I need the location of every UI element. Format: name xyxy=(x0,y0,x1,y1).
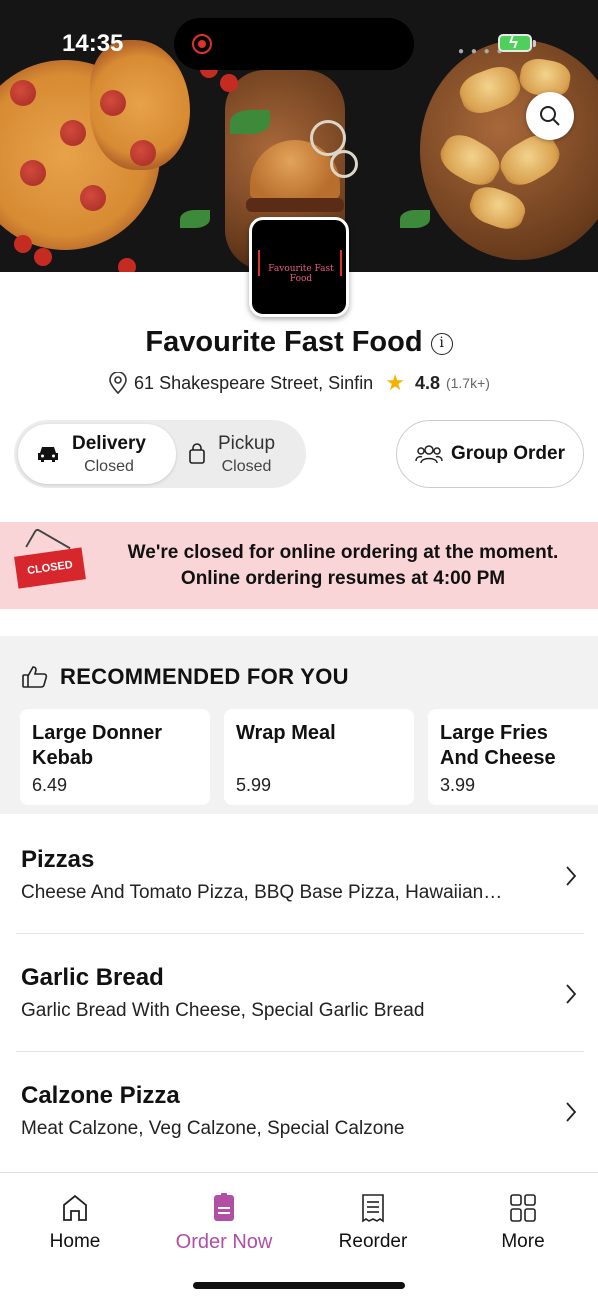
car-icon xyxy=(38,447,58,462)
nav-home-label: Home xyxy=(49,1231,101,1252)
closed-message-line1: We're closed for online ordering at the … xyxy=(127,542,559,563)
store-logo-text: Favourite Fast Food xyxy=(268,264,334,284)
chevron-right-icon xyxy=(566,1102,577,1122)
receipt-icon xyxy=(362,1194,384,1223)
recommended-item-price: 3.99 xyxy=(440,775,476,795)
status-time: 14:35 xyxy=(62,30,124,57)
nav-more[interactable]: More xyxy=(448,1193,598,1253)
nav-home[interactable]: Home xyxy=(0,1193,150,1253)
nav-order-now-label: Order Now xyxy=(175,1231,273,1253)
home-indicator xyxy=(193,1282,405,1289)
recommended-card[interactable]: Wrap Meal 5.99 xyxy=(224,709,414,805)
order-icon xyxy=(214,1193,234,1221)
shopping-bag-icon xyxy=(189,443,205,464)
info-icon[interactable]: i xyxy=(430,333,453,355)
search-button[interactable] xyxy=(526,92,574,140)
recording-indicator-icon xyxy=(192,34,212,54)
star-icon: ★ xyxy=(385,370,405,395)
category-items: Meat Calzone, Veg Calzone, Special Calzo… xyxy=(21,1118,405,1139)
recommended-header: RECOMMENDED FOR YOU xyxy=(22,664,349,690)
store-name-row: Favourite Fast Food i xyxy=(0,326,598,359)
chevron-right-icon xyxy=(566,984,577,1004)
bottom-navigation: Home Order Now Reorder More xyxy=(0,1172,598,1300)
recommended-section: RECOMMENDED FOR YOU Large Donner Kebab 6… xyxy=(0,636,598,814)
recommended-item-name: Large Donner Kebab xyxy=(32,722,163,769)
category-items: Garlic Bread With Cheese, Special Garlic… xyxy=(21,1000,425,1021)
recommended-item-name: Large Fries And Cheese xyxy=(440,722,556,769)
search-icon xyxy=(540,106,560,126)
category-row-calzone-pizza[interactable]: Calzone Pizza Meat Calzone, Veg Calzone,… xyxy=(16,1052,584,1170)
home-icon xyxy=(63,1194,87,1221)
recommended-item-name: Wrap Meal xyxy=(236,722,336,744)
pickup-status: Closed xyxy=(221,457,272,475)
battery-icon: ϟ xyxy=(498,33,536,52)
store-rating: 4.8 xyxy=(414,372,440,393)
delivery-label: Delivery xyxy=(72,432,146,454)
nav-reorder-label: Reorder xyxy=(338,1231,408,1252)
recommended-item-price: 5.99 xyxy=(236,775,272,795)
group-icon xyxy=(415,445,443,464)
recommended-item-price: 6.49 xyxy=(32,775,68,795)
grid-icon xyxy=(510,1194,536,1222)
closed-message-line2: Online ordering resumes at 4:00 PM xyxy=(180,568,506,589)
thumbs-up-icon xyxy=(22,666,48,688)
closed-message: We're closed for online ordering at the … xyxy=(110,540,576,592)
closed-notice-banner: CLOSED We're closed for online ordering … xyxy=(0,522,598,609)
pickup-option[interactable]: Pickup Closed xyxy=(186,424,302,484)
category-row-garlic-bread[interactable]: Garlic Bread Garlic Bread With Cheese, S… xyxy=(16,934,584,1052)
category-name: Garlic Bread xyxy=(21,964,164,991)
store-address-row: 61 Shakespeare Street, Sinfin ★ 4.8 (1.7… xyxy=(0,370,598,396)
group-order-button[interactable]: Group Order xyxy=(396,420,584,488)
location-pin-icon xyxy=(109,372,127,394)
fulfilment-mode-toggle: Delivery Closed Pickup Closed xyxy=(14,420,306,488)
store-address: 61 Shakespeare Street, Sinfin xyxy=(134,372,374,393)
nav-reorder[interactable]: Reorder xyxy=(298,1193,448,1253)
category-items: Cheese And Tomato Pizza, BBQ Base Pizza,… xyxy=(21,882,503,903)
chevron-right-icon xyxy=(566,866,577,886)
group-order-label: Group Order xyxy=(450,443,565,464)
category-name: Pizzas xyxy=(21,846,95,873)
recommended-card[interactable]: Large Donner Kebab 6.49 xyxy=(20,709,210,805)
dynamic-island xyxy=(174,18,414,70)
category-row-pizzas[interactable]: Pizzas Cheese And Tomato Pizza, BBQ Base… xyxy=(16,816,584,934)
delivery-option[interactable]: Delivery Closed xyxy=(18,424,176,484)
closed-sign-icon: CLOSED xyxy=(14,547,86,589)
recommended-card[interactable]: Large Fries And Cheese 3.99 xyxy=(428,709,598,805)
store-rating-count: (1.7k+) xyxy=(445,375,490,391)
category-name: Calzone Pizza xyxy=(21,1082,180,1109)
store-name: Favourite Fast Food xyxy=(145,326,423,358)
nav-order-now[interactable]: Order Now xyxy=(149,1193,299,1254)
nav-more-label: More xyxy=(501,1231,545,1252)
recommended-title: RECOMMENDED FOR YOU xyxy=(60,664,349,689)
store-logo: Favourite Fast Food xyxy=(249,217,349,317)
delivery-status: Closed xyxy=(84,457,134,475)
pickup-label: Pickup xyxy=(218,432,276,454)
